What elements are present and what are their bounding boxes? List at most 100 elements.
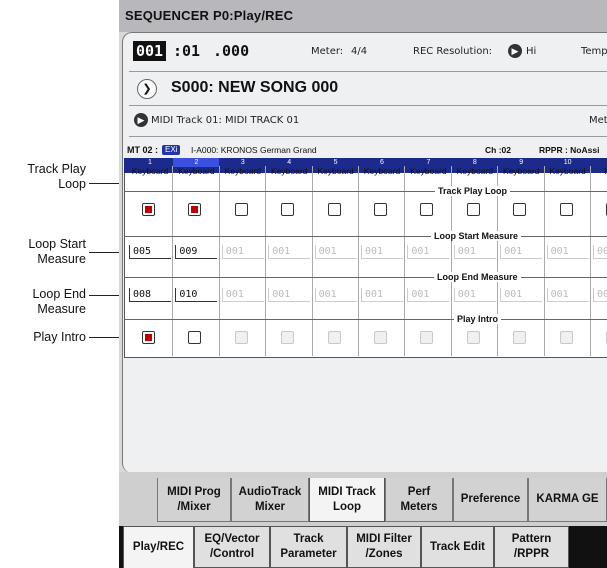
play-intro-checkbox[interactable] — [374, 331, 387, 344]
track-type-label: Keyboard — [178, 166, 215, 176]
play-intro-checkbox[interactable] — [559, 331, 573, 344]
section-label-loop-start-measure: Loop Start Measure — [431, 231, 522, 241]
track-play-loop-checkbox[interactable] — [327, 203, 341, 216]
track-play-loop-checkbox[interactable] — [188, 203, 202, 216]
loop-start-measure-field[interactable]: 001 — [268, 245, 311, 259]
rppr-status[interactable]: RPPR : NoAssi — [539, 143, 599, 158]
play-intro-checkbox[interactable] — [188, 331, 202, 344]
tab-bottom-0[interactable]: Play/REC — [123, 526, 194, 568]
loop-end-measure-field[interactable]: 001 — [593, 288, 607, 302]
midi-track-select-icon[interactable]: ▶ — [134, 113, 148, 127]
callout-track-play-loop: Track Play Loop — [27, 162, 86, 191]
column-divider — [404, 166, 406, 356]
section-divider — [124, 236, 607, 237]
loop-start-measure-field[interactable]: 001 — [314, 245, 357, 259]
rec-resolution-label: REC Resolution: — [413, 46, 493, 57]
title-bar: SEQUENCER P0:Play/REC — [119, 0, 607, 32]
song-select-icon[interactable]: ❯ — [137, 79, 157, 99]
loop-start-measure-field[interactable]: 001 — [221, 245, 264, 259]
loop-start-measure-field[interactable]: 001 — [500, 245, 543, 259]
loop-end-measure-field[interactable]: 001 — [314, 288, 357, 302]
rec-resolution-icon[interactable]: ▶ — [508, 44, 522, 58]
play-intro-checkbox[interactable] — [234, 331, 248, 344]
track-play-loop-checkbox[interactable] — [420, 203, 434, 216]
loop-start-measure-field[interactable]: 001 — [546, 245, 589, 259]
current-track: MT 02 : — [127, 145, 159, 155]
measure-field[interactable]: 001 — [133, 41, 167, 61]
track-type-label: Keyboard — [131, 166, 169, 176]
play-intro-checkbox[interactable] — [466, 331, 480, 344]
track-play-loop-checkbox[interactable] — [559, 203, 573, 216]
loop-start-measure-field[interactable]: 005 — [129, 245, 171, 259]
midi-channel[interactable]: Ch :02 — [485, 143, 511, 158]
play-intro-checkbox[interactable] — [420, 331, 434, 344]
track-play-loop-checkbox[interactable] — [374, 203, 387, 216]
column-divider — [311, 166, 313, 356]
tempo-label: Tempo — [581, 46, 607, 57]
loop-end-measure-field[interactable]: 001 — [268, 288, 311, 302]
tab-top-4[interactable]: Preference — [453, 478, 528, 522]
loop-end-measure-field[interactable]: 001 — [453, 288, 496, 302]
loop-end-measure-field[interactable]: 008 — [129, 288, 171, 302]
play-intro-checkbox[interactable] — [327, 331, 341, 344]
track-type-label: Keyboard — [456, 166, 493, 176]
play-intro-checkbox[interactable] — [142, 331, 155, 344]
track-type-label: Keyboard — [502, 166, 540, 176]
rec-resolution-value[interactable]: Hi — [526, 46, 536, 57]
track-type-label: Keyb — [591, 166, 607, 177]
loop-end-measure-field[interactable]: 010 — [175, 288, 218, 302]
track-play-loop-checkbox[interactable] — [281, 203, 295, 216]
divider — [129, 105, 607, 106]
loop-end-measure-field[interactable]: 001 — [221, 288, 264, 302]
play-intro-checkbox[interactable] — [281, 331, 295, 344]
loop-end-measure-field[interactable]: 001 — [546, 288, 589, 302]
section-divider — [124, 319, 607, 320]
section-divider — [124, 277, 607, 278]
divider — [129, 136, 607, 137]
track-type-label: Keyboard — [549, 166, 586, 176]
exi-badge: EXi — [162, 145, 181, 155]
loop-start-measure-field[interactable]: 001 — [453, 245, 496, 259]
tab-top-1[interactable]: AudioTrack Mixer — [231, 478, 309, 522]
tab-bottom-5[interactable]: Pattern /RPPR — [494, 526, 569, 568]
program-name[interactable]: I-A000: KRONOS German Grand — [191, 143, 317, 158]
section-label-track-play-loop: Track Play Loop — [435, 186, 511, 196]
loop-start-measure-field[interactable]: 001 — [593, 245, 607, 259]
section-label-play-intro: Play Intro — [454, 314, 502, 324]
track-info-bar: MT 02 : EXi I-A000: KRONOS German Grand … — [127, 143, 607, 158]
column-divider — [590, 166, 591, 356]
track-play-loop-checkbox[interactable] — [513, 203, 527, 216]
track-play-loop-checkbox[interactable] — [466, 203, 480, 216]
metro-label: Metr — [589, 115, 607, 126]
tab-top-3[interactable]: Perf Meters — [385, 478, 453, 522]
tab-top-5[interactable]: KARMA GE — [528, 478, 607, 522]
tab-top-0[interactable]: MIDI Prog /Mixer — [157, 478, 231, 522]
track-play-loop-checkbox[interactable] — [142, 203, 155, 216]
callout-loop-end-measure: Loop End Measure — [32, 287, 86, 316]
loop-start-measure-field[interactable]: 001 — [407, 245, 450, 259]
loop-start-measure-field[interactable]: 009 — [175, 245, 218, 259]
song-name[interactable]: S000: NEW SONG 000 — [171, 79, 338, 97]
column-divider — [218, 166, 220, 356]
tab-bottom-2[interactable]: Track Parameter — [270, 526, 347, 568]
sequencer-screen: SEQUENCER P0:Play/REC 001 :01 .000 Meter… — [119, 0, 607, 568]
midi-track-text[interactable]: MIDI Track 01: MIDI TRACK 01 — [151, 115, 299, 126]
beat-field[interactable]: :01 — [173, 42, 200, 60]
column-divider — [358, 166, 359, 356]
loop-start-measure-field[interactable]: 001 — [361, 245, 403, 259]
tick-field[interactable]: .000 — [213, 42, 249, 60]
meter-value[interactable]: 4/4 — [351, 46, 367, 57]
track-type-label: Keyboard — [317, 166, 354, 176]
loop-end-measure-field[interactable]: 001 — [361, 288, 403, 302]
track-play-loop-checkbox[interactable] — [234, 203, 248, 216]
callout-loop-start-measure: Loop Start Measure — [28, 237, 86, 266]
tab-bottom-1[interactable]: EQ/Vector /Control — [194, 526, 270, 568]
loop-end-measure-field[interactable]: 001 — [500, 288, 543, 302]
track-type-label: Keyboard — [270, 166, 308, 176]
callout-play-intro: Play Intro — [33, 330, 86, 344]
tab-bottom-4[interactable]: Track Edit — [421, 526, 494, 568]
play-intro-checkbox[interactable] — [513, 331, 527, 344]
loop-end-measure-field[interactable]: 001 — [407, 288, 450, 302]
tab-bottom-3[interactable]: MIDI Filter /Zones — [347, 526, 421, 568]
tab-top-2[interactable]: MIDI Track Loop — [309, 478, 385, 522]
